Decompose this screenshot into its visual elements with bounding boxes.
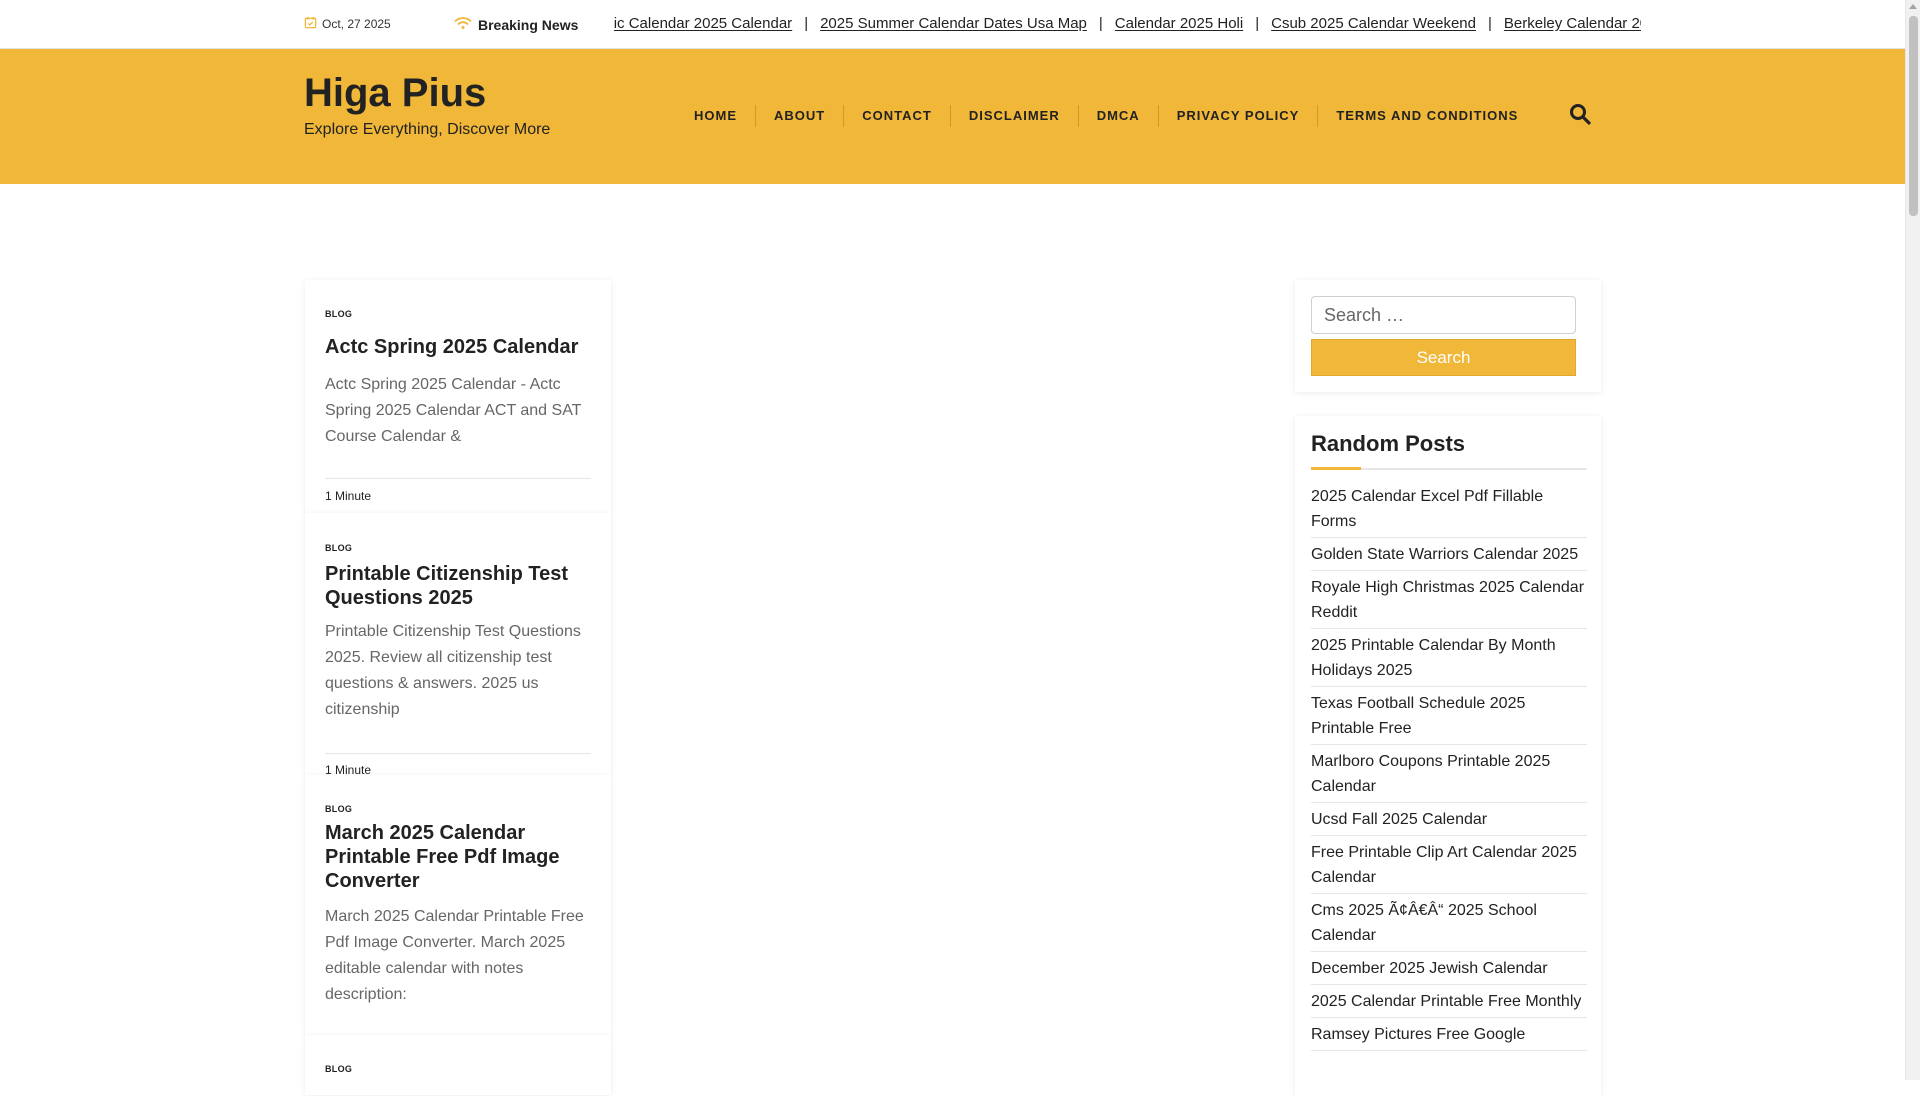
nav-contact[interactable]: CONTACT — [844, 105, 951, 127]
list-item: Ucsd Fall 2025 Calendar — [1311, 803, 1587, 836]
list-item: Marlboro Coupons Printable 2025 Calendar — [1311, 745, 1587, 803]
main-nav: HOME ABOUT CONTACT DISCLAIMER DMCA PRIVA… — [676, 105, 1536, 127]
nav-terms-and-conditions[interactable]: TERMS AND CONDITIONS — [1318, 105, 1536, 127]
site-tagline: Explore Everything, Discover More — [304, 121, 551, 138]
ticker-link[interactable]: 2025 Summer Calendar Dates Usa Map — [820, 15, 1087, 32]
scrollbar-thumb[interactable] — [1909, 16, 1918, 216]
nav-disclaimer[interactable]: DISCLAIMER — [951, 105, 1079, 127]
random-post-link[interactable]: Ramsey Pictures Free Google — [1311, 1026, 1525, 1043]
random-post-link[interactable]: 2025 Printable Calendar By Month Holiday… — [1311, 637, 1556, 679]
list-item: Cms 2025 Ã¢Â€Â“ 2025 School Calendar — [1311, 894, 1587, 952]
random-post-link[interactable]: Golden State Warriors Calendar 2025 — [1311, 546, 1578, 563]
breaking-news-text: Breaking News — [478, 16, 579, 33]
news-ticker: Berkeley Academic Calendar 2025 Calendar… — [614, 15, 1641, 37]
ticker-link[interactable]: Csub 2025 Calendar Weekend — [1271, 15, 1476, 32]
ticker-separator: | — [804, 15, 809, 32]
top-bar: Oct, 27 2025 Breaking News Berkeley Acad… — [0, 0, 1905, 49]
random-posts-title: Random Posts — [1311, 431, 1466, 456]
search-input[interactable] — [1311, 296, 1576, 334]
ticker-separator: | — [1255, 15, 1260, 32]
post-title[interactable]: March 2025 Calendar Printable Free Pdf I… — [325, 821, 591, 893]
nav-about[interactable]: ABOUT — [756, 105, 845, 127]
list-item: Ramsey Pictures Free Google — [1311, 1018, 1587, 1051]
post-card: BLOG Actc Spring 2025 Calendar Actc Spri… — [305, 280, 611, 513]
list-item: December 2025 Jewish Calendar — [1311, 952, 1587, 985]
post-excerpt: March 2025 Calendar Printable Free Pdf I… — [325, 908, 584, 1003]
post-divider — [325, 753, 591, 754]
post-category[interactable]: BLOG — [325, 804, 352, 814]
post-card: BLOG — [305, 1035, 611, 1095]
post-category[interactable]: BLOG — [325, 543, 352, 553]
list-item: 2025 Calendar Printable Free Monthly — [1311, 985, 1587, 1018]
ticker-link[interactable]: Berkeley Academic Calendar 2025 Calendar — [614, 15, 792, 32]
ticker-separator: | — [1098, 15, 1103, 32]
scroll-up-arrow-icon[interactable] — [1909, 4, 1917, 9]
random-post-link[interactable]: Ucsd Fall 2025 Calendar — [1311, 811, 1487, 828]
random-post-link[interactable]: 2025 Calendar Printable Free Monthly — [1311, 993, 1581, 1010]
post-title[interactable]: Printable Citizenship Test Questions 202… — [325, 562, 591, 610]
post-divider — [325, 478, 591, 479]
site-title[interactable]: Higa Pius — [304, 71, 486, 116]
search-widget: Search — [1295, 280, 1601, 392]
ticker-separator: | — [1487, 15, 1492, 32]
site-header: Higa Pius Explore Everything, Discover M… — [0, 49, 1905, 184]
post-category[interactable]: BLOG — [325, 309, 352, 319]
post-card: BLOG Printable Citizenship Test Question… — [305, 513, 611, 777]
post-excerpt: Actc Spring 2025 Calendar - Actc Spring … — [325, 376, 582, 445]
nav-dmca[interactable]: DMCA — [1079, 105, 1159, 127]
random-posts-widget: Random Posts 2025 Calendar Excel Pdf Fil… — [1295, 416, 1601, 1096]
title-accent-bar — [1311, 467, 1361, 470]
calendar-icon — [304, 16, 317, 32]
list-item: 2025 Printable Calendar By Month Holiday… — [1311, 629, 1587, 687]
random-post-link[interactable]: 2025 Calendar Excel Pdf Fillable Forms — [1311, 488, 1543, 530]
date-text: Oct, 27 2025 — [322, 17, 391, 31]
random-posts-list: 2025 Calendar Excel Pdf Fillable Forms G… — [1311, 480, 1587, 1051]
page-scrollbar[interactable] — [1905, 0, 1920, 1080]
list-item: Texas Football Schedule 2025 Printable F… — [1311, 687, 1587, 745]
list-item: Royale High Christmas 2025 Calendar Redd… — [1311, 571, 1587, 629]
post-read-time: 1 Minute — [325, 489, 372, 503]
search-icon[interactable] — [1568, 102, 1592, 126]
ticker-link[interactable]: Berkeley Calendar 2025 — [1504, 15, 1641, 32]
wifi-icon — [454, 16, 472, 33]
random-post-link[interactable]: Cms 2025 Ã¢Â€Â“ 2025 School Calendar — [1311, 902, 1537, 944]
list-item: Golden State Warriors Calendar 2025 — [1311, 538, 1587, 571]
search-button[interactable]: Search — [1311, 339, 1576, 376]
random-post-link[interactable]: Free Printable Clip Art Calendar 2025 Ca… — [1311, 844, 1577, 886]
ticker-link[interactable]: Calendar 2025 Holi — [1115, 15, 1243, 32]
post-excerpt: Printable Citizenship Test Questions 202… — [325, 623, 581, 718]
post-title[interactable]: Actc Spring 2025 Calendar — [325, 335, 591, 359]
list-item: 2025 Calendar Excel Pdf Fillable Forms — [1311, 480, 1587, 538]
random-post-link[interactable]: Texas Football Schedule 2025 Printable F… — [1311, 695, 1525, 737]
random-post-link[interactable]: Royale High Christmas 2025 Calendar Redd… — [1311, 579, 1584, 621]
random-post-link[interactable]: Marlboro Coupons Printable 2025 Calendar — [1311, 753, 1550, 795]
nav-privacy-policy[interactable]: PRIVACY POLICY — [1159, 105, 1319, 127]
breaking-news-label: Breaking News — [454, 16, 578, 33]
random-post-link[interactable]: December 2025 Jewish Calendar — [1311, 960, 1548, 977]
list-item: Free Printable Clip Art Calendar 2025 Ca… — [1311, 836, 1587, 894]
date-display: Oct, 27 2025 — [304, 16, 391, 32]
nav-home[interactable]: HOME — [676, 105, 756, 127]
post-card: BLOG March 2025 Calendar Printable Free … — [305, 775, 611, 1035]
post-category[interactable]: BLOG — [325, 1064, 352, 1074]
